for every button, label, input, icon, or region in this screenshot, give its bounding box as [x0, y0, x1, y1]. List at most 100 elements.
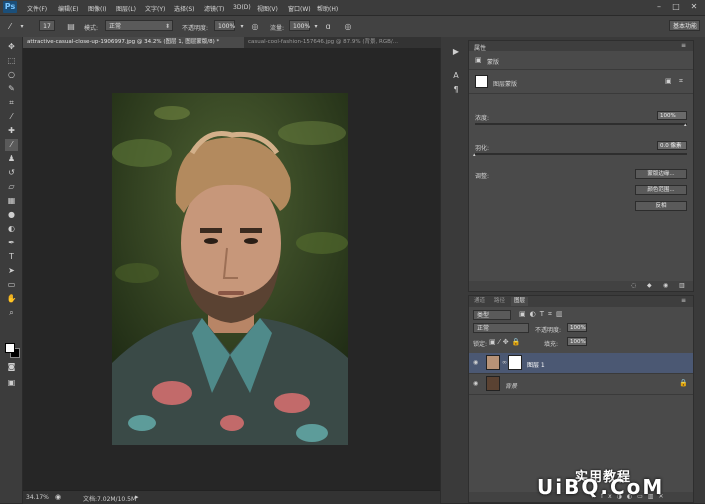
feather-slider-handle[interactable]: ▴: [473, 152, 476, 158]
chain-link-icon[interactable]: ∞: [502, 359, 507, 366]
mode-select[interactable]: 正常 ⬍: [105, 20, 173, 31]
delete-icon[interactable]: ▥: [679, 282, 685, 289]
menu-filter[interactable]: 滤镜(T): [204, 4, 224, 13]
quick-mask-icon[interactable]: ◙: [5, 361, 18, 373]
eraser-tool-icon[interactable]: ▱: [5, 181, 18, 193]
screen-mode-icon[interactable]: ▣: [5, 377, 18, 389]
menu-help[interactable]: 帮助(H): [317, 4, 338, 13]
character-icon[interactable]: A: [450, 70, 462, 82]
stamp-tool-icon[interactable]: ♟: [5, 153, 18, 165]
feather-slider[interactable]: [475, 153, 687, 155]
menu-3d[interactable]: 3D(D): [233, 4, 251, 11]
layer-opacity-label: 不透明度:: [535, 327, 562, 334]
mask-edge-button[interactable]: 蒙版边缘...: [635, 169, 687, 179]
chevron-down-icon[interactable]: ▾: [16, 21, 28, 32]
blend-mode-value: 正常: [477, 325, 490, 332]
density-input[interactable]: 100%: [657, 111, 687, 120]
flow-input[interactable]: 100%: [289, 20, 310, 31]
brush-panel-icon[interactable]: ▤: [65, 21, 77, 32]
hand-tool-icon[interactable]: ✋: [5, 293, 18, 305]
close-icon[interactable]: ✕: [688, 2, 700, 12]
menu-bar: Ps 文件(F) 编辑(E) 图像(I) 图层(L) 文字(Y) 选择(S) 滤…: [0, 0, 705, 16]
options-bar: ⁄ ▾ 17 ▤ 模式: 正常 ⬍ 不透明度: 100% ▾ ◎ 流量: 100%…: [0, 16, 705, 38]
brush-tool-icon[interactable]: ⁄: [4, 21, 16, 32]
tab-layers[interactable]: 图层: [511, 297, 529, 306]
menu-image[interactable]: 图像(I): [88, 4, 106, 13]
layer-row-background[interactable]: ◉ 背景 🔒: [469, 374, 693, 395]
flow-dropdown-icon[interactable]: ▾: [310, 21, 322, 32]
apply-mask-icon[interactable]: ◆: [647, 282, 652, 289]
path-select-tool-icon[interactable]: ➤: [5, 265, 18, 277]
blur-tool-icon[interactable]: ●: [5, 209, 18, 221]
panel-menu-icon[interactable]: ≡: [681, 297, 686, 304]
filter-icons[interactable]: ▣◐T⌗▥: [519, 310, 567, 319]
dodge-tool-icon[interactable]: ◐: [5, 223, 18, 235]
density-slider-handle[interactable]: ▴: [684, 122, 687, 128]
eye-icon[interactable]: ◉: [473, 359, 478, 366]
pressure-size-icon[interactable]: ◎: [342, 21, 354, 32]
healing-tool-icon[interactable]: ✚: [5, 125, 18, 137]
color-range-button[interactable]: 颜色范围...: [635, 185, 687, 195]
zoom-level[interactable]: 34.17%: [26, 494, 49, 501]
quick-select-tool-icon[interactable]: ✎: [5, 83, 18, 95]
menu-view[interactable]: 视图(V): [257, 4, 278, 13]
opacity-input[interactable]: 100%: [214, 20, 235, 31]
paragraph-icon[interactable]: ¶: [450, 84, 462, 96]
menu-edit[interactable]: 编辑(E): [58, 4, 78, 13]
move-tool-icon[interactable]: ✥: [5, 41, 18, 53]
feather-input[interactable]: 0.0 像素: [657, 141, 687, 150]
menu-type[interactable]: 文字(Y): [145, 4, 165, 13]
density-slider[interactable]: [475, 123, 687, 125]
shape-tool-icon[interactable]: ▭: [5, 279, 18, 291]
menu-file[interactable]: 文件(F): [27, 4, 47, 13]
document-image[interactable]: [112, 93, 348, 445]
lasso-tool-icon[interactable]: ○: [5, 69, 18, 81]
pressure-opacity-icon[interactable]: ◎: [249, 21, 261, 32]
invert-button[interactable]: 反相: [635, 201, 687, 211]
brush-tool-icon[interactable]: ⁄: [5, 139, 18, 151]
panel-menu-icon[interactable]: ≡: [681, 42, 686, 49]
marquee-tool-icon[interactable]: ⬚: [5, 55, 18, 67]
layer-row-1[interactable]: ◉ ∞ 图层 1: [469, 353, 693, 374]
gradient-tool-icon[interactable]: ▦: [5, 195, 18, 207]
pixel-mask-icon[interactable]: ▣: [665, 77, 672, 85]
lock-icons[interactable]: ▣⁄✥🔒: [489, 338, 523, 346]
flow-label: 流量:: [270, 25, 285, 32]
brush-size-picker[interactable]: 17: [39, 20, 55, 31]
menu-layer[interactable]: 图层(L): [116, 4, 136, 13]
eye-icon[interactable]: ◉: [473, 380, 478, 387]
lock-label: 锁定:: [473, 341, 488, 348]
flow-value: 100%: [293, 23, 311, 30]
menu-select[interactable]: 选择(S): [174, 4, 195, 13]
tab-second-document[interactable]: casual-cool-fashion-157646.jpg @ 87.9% (…: [244, 37, 444, 48]
maximize-icon[interactable]: □: [670, 2, 682, 12]
layer-opacity-input[interactable]: 100%: [567, 323, 587, 332]
crop-tool-icon[interactable]: ⌗: [5, 97, 18, 109]
tab-active-document[interactable]: attractive-casual-close-up-1906997.jpg @…: [23, 37, 247, 48]
layer-mask-thumbnail[interactable]: [508, 355, 522, 370]
layer-filter-select[interactable]: 类型: [473, 310, 511, 320]
workspace-select[interactable]: 基本功能: [669, 20, 700, 31]
minimize-icon[interactable]: –: [653, 2, 665, 12]
history-brush-tool-icon[interactable]: ↺: [5, 167, 18, 179]
tab-channels[interactable]: 通道: [471, 297, 488, 306]
tab-label: casual-cool-fashion-157646.jpg @ 87.9% (…: [248, 39, 398, 45]
blend-mode-select[interactable]: 正常: [473, 323, 529, 333]
layer-mask-thumb[interactable]: [475, 75, 488, 88]
eyedropper-tool-icon[interactable]: ⁄: [5, 111, 18, 123]
tab-paths[interactable]: 路径: [491, 297, 508, 306]
load-selection-icon[interactable]: ◌: [631, 282, 636, 289]
fill-input[interactable]: 100%: [567, 337, 587, 346]
menu-window[interactable]: 窗口(W): [288, 4, 311, 13]
type-tool-icon[interactable]: T: [5, 251, 18, 263]
foreground-color-swatch[interactable]: [5, 343, 15, 353]
visibility-icon[interactable]: ◉: [663, 282, 668, 289]
pen-tool-icon[interactable]: ✒: [5, 237, 18, 249]
zoom-tool-icon[interactable]: ⌕: [5, 307, 18, 319]
status-menu-icon[interactable]: ▸: [135, 493, 139, 501]
play-icon[interactable]: ▶: [450, 46, 462, 58]
status-icon: ◉: [55, 493, 62, 501]
opacity-dropdown-icon[interactable]: ▾: [236, 21, 248, 32]
vector-mask-icon[interactable]: ⌗: [679, 77, 683, 86]
airbrush-icon[interactable]: ɑ: [322, 21, 334, 32]
